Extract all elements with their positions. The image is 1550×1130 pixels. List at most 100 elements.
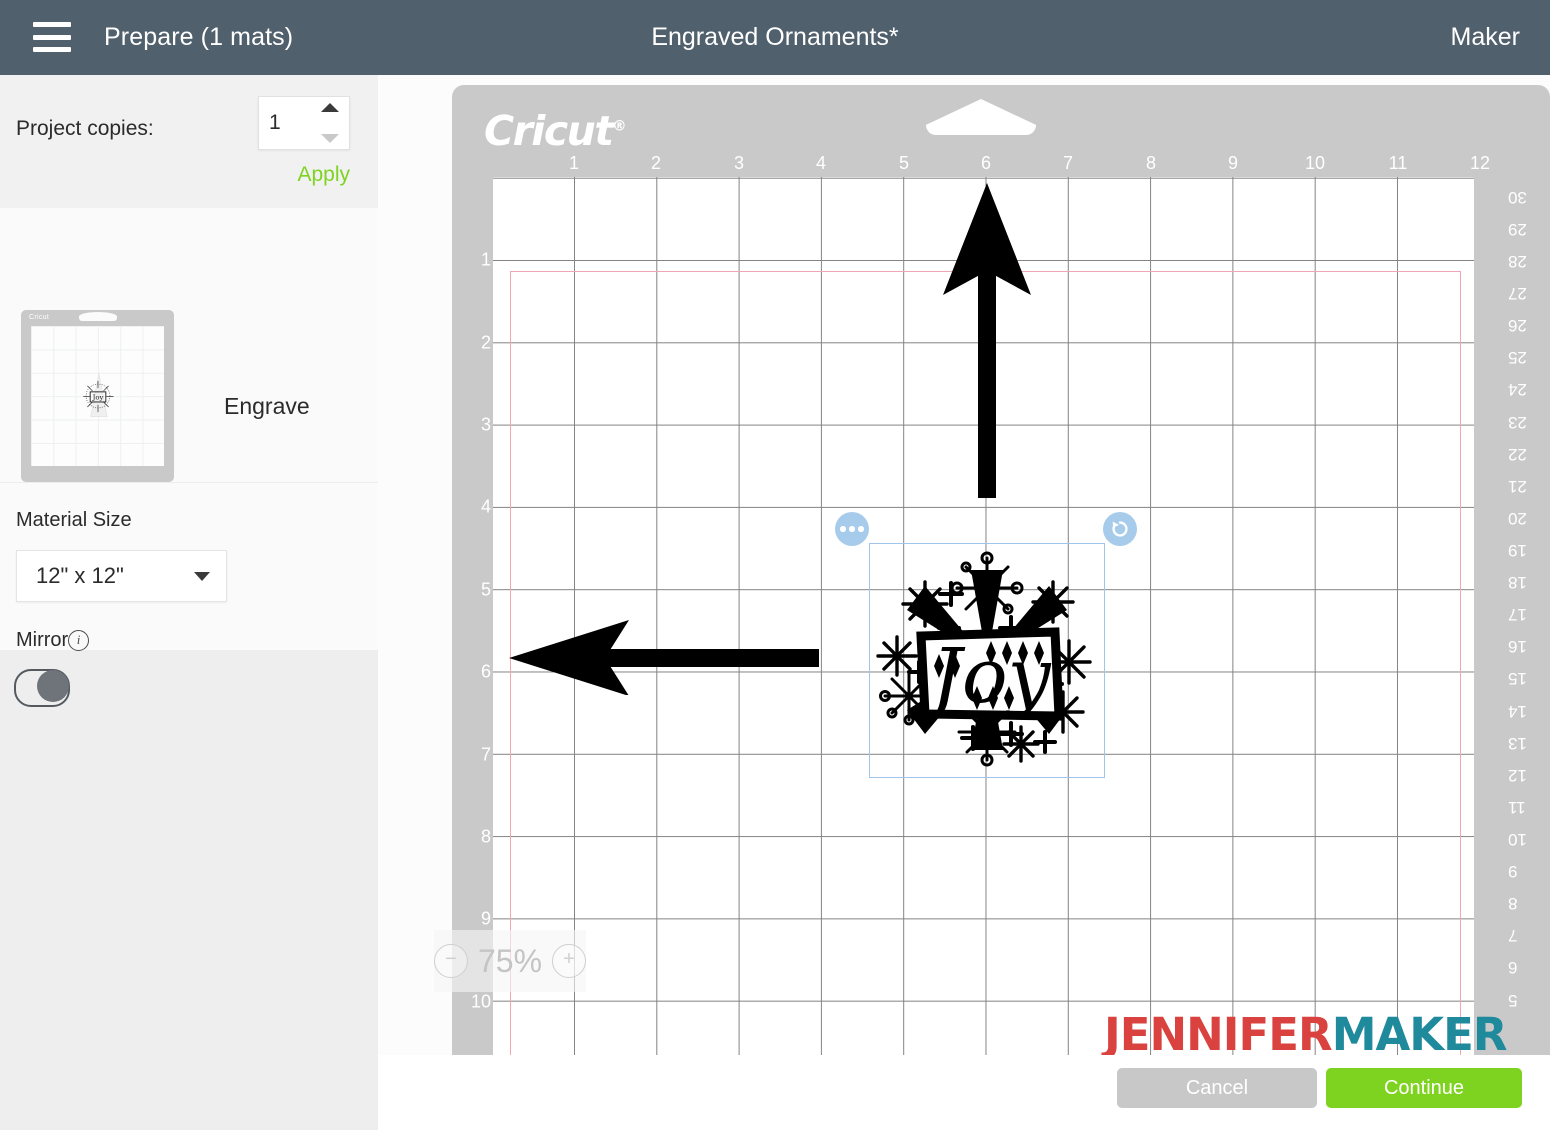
stepper-decrement-icon[interactable] (321, 134, 339, 143)
ruler-right-tick: 19 (1508, 541, 1527, 560)
zoom-control[interactable]: − 75% + (434, 930, 586, 992)
apply-button[interactable]: Apply (297, 163, 350, 187)
ruler-left-tick: 10 (470, 991, 491, 1012)
project-copies-label: Project copies: (16, 117, 154, 140)
ruler-top-tick: 2 (650, 153, 662, 173)
ruler-right-tick: 20 (1508, 509, 1527, 528)
app-root: Prepare (1 mats) Engraved Ornaments* Mak… (0, 0, 1550, 1130)
mirror-toggle-knob (37, 670, 69, 702)
cricut-logo: Cricut® (484, 107, 626, 155)
ruler-left-tick: 2 (480, 332, 491, 353)
project-copies-stepper[interactable]: 1 (258, 96, 350, 150)
ruler-right-tick: 18 (1508, 573, 1527, 592)
ruler-right-tick: 22 (1508, 445, 1527, 464)
cricut-logo-text: Cricut (484, 107, 614, 155)
zoom-level-value: 75% (477, 942, 543, 979)
ruler-left-tick: 5 (480, 579, 491, 600)
mat-list-item[interactable]: Cricut Joy Engrave (0, 208, 378, 482)
mat-thumbnail-grid: Joy (31, 326, 164, 466)
ruler-top-tick: 7 (1062, 153, 1074, 173)
ruler-right-tick: 16 (1508, 637, 1527, 656)
joy-ornament-design[interactable]: Joy (863, 536, 1111, 784)
project-title[interactable]: Engraved Ornaments* (0, 0, 1550, 75)
material-size-select[interactable]: 12" x 12" (16, 550, 227, 602)
mat-tab-icon (926, 99, 1036, 135)
ruler-right-tick: 15 (1508, 669, 1527, 688)
ruler-right-tick: 9 (1508, 862, 1518, 881)
material-size-value: 12" x 12" (36, 563, 124, 588)
ruler-top-tick: 8 (1145, 153, 1157, 173)
mat-thumbnail[interactable]: Cricut Joy (21, 310, 174, 482)
more-options-handle[interactable] (835, 512, 869, 546)
ruler-left-tick: 4 (480, 496, 491, 517)
ruler-top-tick: 3 (733, 153, 745, 173)
mat-thumbnail-tab-icon (78, 312, 117, 321)
info-icon[interactable]: i (68, 630, 89, 651)
project-copies-panel: Project copies: 1 Apply (0, 75, 378, 209)
ruler-left-tick: 9 (480, 908, 491, 929)
ruler-top-tick: 9 (1227, 153, 1239, 173)
prepare-sidebar: Project copies: 1 Apply Cricut Joy Engra… (0, 75, 378, 1130)
mat-operation-label: Engrave (224, 393, 310, 419)
material-size-label: Material Size (16, 509, 132, 531)
mirror-label: Mirror (16, 629, 69, 651)
ruler-top-tick: 10 (1304, 153, 1326, 173)
joy-design-text: Joy (918, 631, 1051, 720)
selected-design[interactable]: Joy (835, 512, 1137, 778)
ruler-right-tick: 25 (1508, 348, 1527, 367)
continue-button[interactable]: Continue (1326, 1068, 1522, 1108)
ruler-top-tick: 11 (1388, 153, 1408, 173)
ruler-right-tick: 7 (1508, 926, 1518, 945)
watermark-part-one: JENNIFER (1104, 1008, 1333, 1061)
ruler-right-tick: 29 (1508, 220, 1527, 239)
project-copies-value[interactable]: 1 (269, 97, 281, 149)
ruler-right-tick: 30 (1508, 188, 1527, 207)
ruler-left-tick: 3 (480, 414, 491, 435)
ruler-top-tick: 12 (1469, 153, 1491, 173)
ruler-left-tick: 1 (480, 249, 491, 270)
ruler-right-tick: 12 (1508, 766, 1527, 785)
jennifermaker-watermark: JENNIFERMAKER (1104, 1008, 1508, 1061)
svg-text:Joy: Joy (91, 394, 103, 402)
sidebar-empty-area (0, 650, 378, 1130)
zoom-out-icon[interactable]: − (434, 944, 468, 978)
ruler-right-tick: 24 (1508, 380, 1527, 399)
ruler-right-tick: 5 (1508, 991, 1518, 1010)
more-options-icon (840, 526, 864, 532)
ruler-right-tick: 17 (1508, 605, 1527, 624)
ruler-right-tick: 8 (1508, 894, 1518, 913)
ruler-top-tick: 5 (898, 153, 910, 173)
stepper-arrows (319, 103, 341, 143)
mat-thumbnail-design-icon: Joy (82, 373, 114, 417)
ruler-left-tick: 6 (480, 661, 491, 682)
ruler-right-tick: 6 (1508, 958, 1518, 977)
cricut-logo-tm: ® (612, 118, 626, 135)
ruler-right: 30 29 28 27 26 25 24 23 22 21 20 19 18 1… (1506, 177, 1540, 1130)
stepper-increment-icon[interactable] (321, 103, 339, 112)
sidebar-divider (0, 482, 378, 483)
ruler-left-tick: 7 (480, 744, 491, 765)
ruler-top-tick: 4 (815, 153, 827, 173)
rotate-handle[interactable] (1103, 512, 1137, 546)
ruler-right-tick: 10 (1508, 830, 1527, 849)
zoom-in-icon[interactable]: + (551, 944, 586, 978)
ruler-right-tick: 11 (1508, 798, 1526, 817)
ruler-right-tick: 28 (1508, 252, 1527, 271)
app-header: Prepare (1 mats) Engraved Ornaments* Mak… (0, 0, 1550, 75)
cancel-button[interactable]: Cancel (1117, 1068, 1317, 1108)
watermark-part-two: MAKER (1331, 1008, 1508, 1061)
ruler-top-tick: 1 (568, 153, 580, 173)
rotate-icon (1112, 521, 1128, 537)
machine-selector[interactable]: Maker (1451, 0, 1520, 75)
mat-thumbnail-brand: Cricut (29, 314, 50, 321)
mirror-toggle[interactable] (14, 669, 70, 707)
ruler-right-tick: 27 (1508, 284, 1527, 303)
chevron-down-icon (194, 572, 210, 581)
ruler-left-tick: 8 (480, 826, 491, 847)
ruler-right-tick: 23 (1508, 413, 1527, 432)
ruler-right-tick: 14 (1508, 702, 1527, 721)
ruler-right-tick: 21 (1508, 477, 1527, 496)
ruler-top-tick: 6 (980, 153, 992, 173)
ruler-right-tick: 26 (1508, 316, 1527, 335)
footer-bar: Cancel Continue (378, 1055, 1550, 1130)
